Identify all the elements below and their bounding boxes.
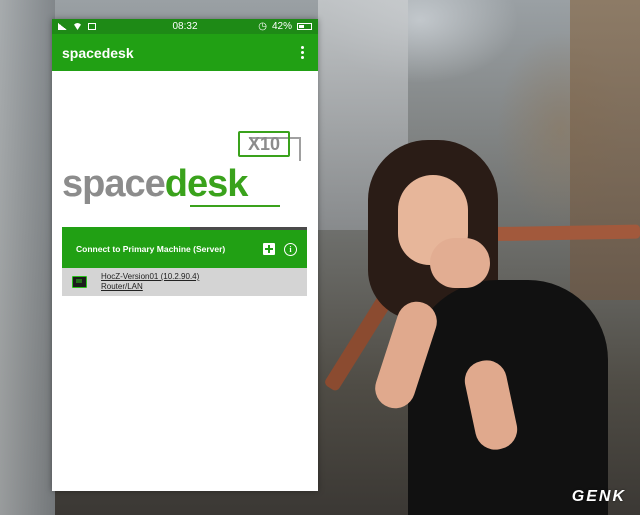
logo-underline bbox=[190, 205, 280, 207]
monitor-icon bbox=[72, 276, 87, 288]
add-server-button[interactable] bbox=[263, 243, 275, 255]
main-content: X10 spacedesk Connect to Primary Machine… bbox=[52, 71, 318, 491]
overflow-dot-icon bbox=[301, 46, 304, 49]
logo-wordmark: spacedesk bbox=[62, 163, 249, 206]
logo-x10-badge: X10 bbox=[238, 131, 290, 157]
genk-watermark-logo: GENK bbox=[571, 488, 626, 505]
server-panel-title: Connect to Primary Machine (Server) bbox=[76, 244, 226, 254]
app-title: spacedesk bbox=[62, 44, 134, 61]
logo-word-space: space bbox=[62, 163, 166, 205]
battery-icon bbox=[297, 23, 312, 30]
overflow-dot-icon bbox=[301, 51, 304, 54]
background-building-left bbox=[0, 0, 55, 515]
logo-word-desk: desk bbox=[164, 163, 249, 205]
server-details: HocZ-Version01 (10.2.90.4) Router/LAN bbox=[101, 272, 199, 292]
woman-hand bbox=[430, 238, 490, 288]
phone-screenshot: 08:32 ◷ 42% spacedesk X10 spacedesk Conn… bbox=[52, 19, 318, 491]
server-panel: Connect to Primary Machine (Server) i Ho… bbox=[62, 227, 307, 296]
overflow-menu-button[interactable] bbox=[297, 42, 308, 63]
server-list-item[interactable]: HocZ-Version01 (10.2.90.4) Router/LAN bbox=[62, 268, 307, 296]
status-time: 08:32 bbox=[172, 21, 198, 32]
server-connection: Router/LAN bbox=[101, 282, 143, 291]
app-bar: spacedesk bbox=[52, 34, 318, 71]
server-name: HocZ-Version01 (10.2.90.4) bbox=[101, 272, 200, 281]
spacedesk-logo: X10 spacedesk bbox=[62, 131, 312, 219]
server-panel-header: Connect to Primary Machine (Server) i bbox=[62, 230, 307, 268]
overflow-dot-icon bbox=[301, 56, 304, 59]
background-wall-right bbox=[570, 0, 640, 300]
info-button[interactable]: i bbox=[284, 242, 297, 256]
scan-progress-bar bbox=[62, 227, 307, 230]
status-bar: 08:32 ◷ 42% bbox=[52, 19, 318, 34]
